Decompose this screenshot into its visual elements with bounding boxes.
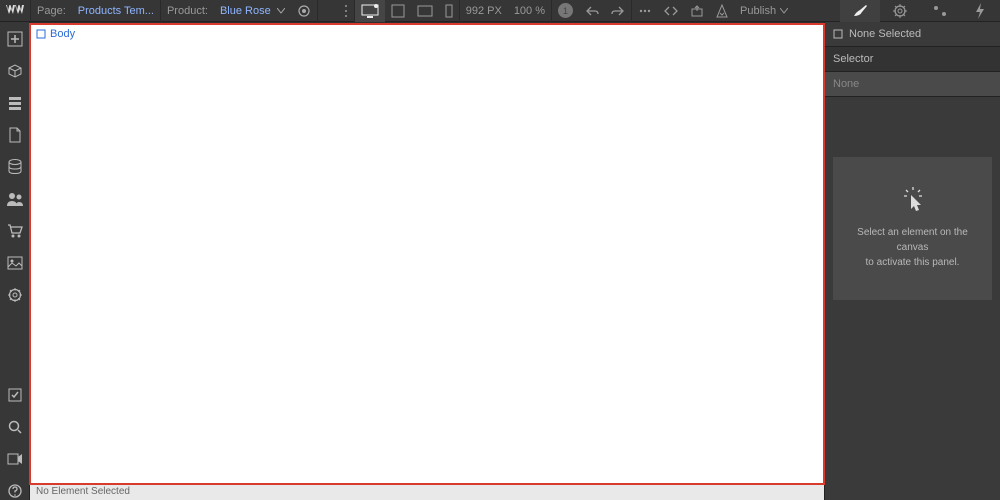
export-button[interactable] bbox=[684, 0, 710, 22]
zoom-level[interactable]: 100 % bbox=[508, 0, 551, 22]
audit-check-button[interactable] bbox=[6, 386, 24, 404]
add-button[interactable] bbox=[6, 30, 24, 48]
body-element-tag[interactable]: Body bbox=[36, 28, 75, 40]
undo-button[interactable] bbox=[579, 0, 605, 22]
style-tab[interactable] bbox=[840, 0, 880, 22]
page-dropdown[interactable]: Products Tem... bbox=[72, 0, 160, 22]
redo-button[interactable] bbox=[605, 0, 631, 22]
chevron-down-icon bbox=[277, 8, 285, 14]
video-tutorials-button[interactable] bbox=[6, 450, 24, 468]
symbols-button[interactable] bbox=[6, 62, 24, 80]
project-settings-button[interactable] bbox=[6, 286, 24, 304]
logo[interactable] bbox=[0, 0, 30, 22]
cms-button[interactable] bbox=[6, 158, 24, 176]
device-desktop[interactable] bbox=[355, 0, 385, 22]
selection-indicator: None Selected bbox=[825, 22, 1000, 46]
interactions-tab[interactable] bbox=[920, 0, 960, 22]
pages-button[interactable] bbox=[6, 126, 24, 144]
product-dropdown[interactable]: Blue Rose bbox=[214, 0, 291, 22]
help-button[interactable] bbox=[6, 482, 24, 500]
preview-button[interactable] bbox=[291, 0, 317, 22]
code-button[interactable] bbox=[658, 0, 684, 22]
status-bar: No Element Selected bbox=[30, 484, 824, 500]
navigator-button[interactable] bbox=[6, 94, 24, 112]
product-label: Product: bbox=[161, 0, 214, 22]
selector-header: Selector bbox=[825, 46, 1000, 72]
square-icon bbox=[833, 29, 843, 39]
ecommerce-button[interactable] bbox=[6, 222, 24, 240]
effects-tab[interactable] bbox=[960, 0, 1000, 22]
device-tablet[interactable] bbox=[385, 0, 411, 22]
empty-panel-message: Select an element on the canvas to activ… bbox=[833, 157, 992, 300]
device-mobile[interactable] bbox=[439, 0, 459, 22]
search-button[interactable] bbox=[6, 418, 24, 436]
canvas-width[interactable]: 992 PX bbox=[460, 0, 508, 22]
publish-dropdown[interactable]: Publish bbox=[734, 0, 794, 22]
issues-badge[interactable]: 1 bbox=[558, 3, 573, 18]
comments-button[interactable] bbox=[632, 0, 658, 22]
settings-tab[interactable] bbox=[880, 0, 920, 22]
audit-button[interactable] bbox=[710, 0, 734, 22]
more-menu[interactable] bbox=[338, 0, 354, 22]
style-panel: None Selected Selector None Select an el… bbox=[824, 22, 1000, 500]
left-sidebar bbox=[0, 22, 30, 500]
body-icon bbox=[36, 29, 46, 39]
canvas[interactable]: Body bbox=[30, 24, 824, 484]
device-tablet-landscape[interactable] bbox=[411, 0, 439, 22]
assets-button[interactable] bbox=[6, 254, 24, 272]
users-button[interactable] bbox=[6, 190, 24, 208]
brush-icon bbox=[852, 4, 868, 18]
gear-icon bbox=[893, 4, 907, 18]
chevron-down-icon bbox=[780, 8, 788, 14]
bolt-icon bbox=[974, 3, 986, 19]
pointer-click-icon bbox=[901, 187, 925, 213]
page-label: Page: bbox=[31, 0, 72, 22]
selector-field[interactable]: None bbox=[825, 72, 1000, 97]
interactions-icon bbox=[932, 4, 948, 18]
